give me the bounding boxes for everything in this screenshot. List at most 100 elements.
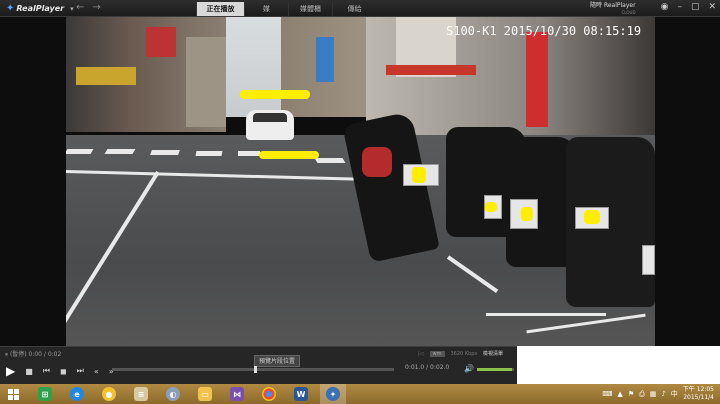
video-timestamp-overlay: S100-K1 2015/10/30 08:15:19 (446, 24, 642, 38)
video-sign (316, 37, 334, 82)
volume-slider[interactable] (477, 368, 514, 371)
previous-icon[interactable]: ⏮ (43, 366, 50, 376)
stop-small-icon[interactable]: ◼ (60, 367, 67, 376)
taskbar-realplayer[interactable]: ✦ (320, 384, 346, 404)
forward-arrow-icon[interactable]: → (92, 2, 100, 13)
bitrate-label: 3620 Kbps (450, 350, 478, 357)
network-icon[interactable]: ▦ (650, 390, 657, 398)
maximize-icon[interactable]: ▢ (691, 2, 700, 12)
next-icon[interactable]: ⏭ (77, 366, 84, 376)
format-badge: wm (429, 350, 445, 357)
media-icon: ◐ (166, 387, 180, 401)
volume-icon[interactable]: 🔊 (464, 364, 474, 373)
crosswalk-stripe (66, 149, 94, 154)
video-car (246, 110, 294, 140)
volume-slider-fill (477, 368, 513, 371)
visual-studio-icon: ⋈ (230, 387, 244, 401)
window-controls: ◉ – ▢ ✕ (661, 2, 716, 12)
license-plate (642, 245, 655, 275)
clock-date: 2015/11/4 (683, 394, 714, 401)
chrome-like-icon: ● (102, 387, 116, 401)
back-arrow-icon[interactable]: ← (76, 2, 84, 13)
volume-tray-icon[interactable]: ♪ (661, 390, 665, 398)
video-sign (76, 67, 136, 85)
status-text: (暫停) 0:00 / 0:02 (9, 351, 62, 358)
transport-buttons: ▶ ■ ⏮ ◼ ⏭ « » (6, 364, 114, 378)
privacy-blur (584, 210, 600, 224)
taskbar-store[interactable]: ⊞ (32, 384, 58, 404)
taskbar-visualstudio[interactable]: ⋈ (224, 384, 250, 404)
store-icon: ⊞ (38, 387, 52, 401)
realplayer-cloud-brand: 隨時 RealPlayer CLOUD (590, 2, 636, 16)
privacy-blur (240, 90, 310, 99)
video-building (186, 37, 226, 127)
notepad-icon: ≡ (134, 387, 148, 401)
close-icon[interactable]: ✕ (708, 2, 716, 12)
taskbar-app[interactable]: ● (96, 384, 122, 404)
crosswalk-stripe (150, 150, 180, 155)
printer-icon[interactable]: ⎙ (639, 390, 645, 399)
privacy-blur (485, 202, 497, 212)
privacy-blur (412, 167, 426, 183)
playback-status: ⏸ (暫停) 0:00 / 0:02 (5, 349, 61, 359)
chevron-down-icon[interactable]: ▾ (70, 5, 74, 13)
title-bar: ✦ RealPlayer ▾ ← → 正在播放 媒 媒體櫃 傳給 隨時 Real… (0, 0, 720, 17)
clock[interactable]: 下午 12:05 2015/11/4 (683, 386, 714, 402)
play-icon[interactable]: ▶ (6, 364, 15, 378)
tray-arrow-icon[interactable]: ▲ (617, 390, 622, 398)
video-awning (386, 65, 476, 75)
volume-indicator-icon: |◁ (418, 350, 424, 357)
chrome-icon (262, 387, 276, 401)
crosswalk-stripe (238, 151, 260, 156)
realplayer-icon: ✦ (326, 387, 340, 401)
pause-status-icon: ⏸ (5, 351, 9, 358)
privacy-blur (521, 207, 533, 221)
realplayer-logo-icon: ✦ (6, 3, 15, 14)
video-banner (526, 32, 548, 127)
realplayer-logo[interactable]: ✦ RealPlayer ▾ (6, 2, 74, 15)
time-display: 0:01.0 / 0:02.0 (405, 364, 450, 371)
eye-icon[interactable]: ◉ (661, 2, 669, 12)
crosswalk-stripe (104, 149, 136, 154)
rewind-icon[interactable]: « (94, 367, 99, 376)
flag-icon[interactable]: ⚑ (628, 390, 634, 398)
parking-line (486, 313, 606, 316)
crosswalk-stripe (314, 158, 346, 163)
stop-icon[interactable]: ■ (25, 367, 33, 376)
taskbar-word[interactable]: W (288, 384, 314, 404)
video-sign (146, 27, 176, 57)
blank-panel (517, 346, 720, 384)
taskbar-chrome[interactable] (256, 384, 282, 404)
seek-preview-tooltip: 預覽片段位置 (254, 355, 300, 367)
ime-indicator[interactable]: 中 (671, 389, 678, 399)
taskbar-explorer[interactable]: ▭ (192, 384, 218, 404)
crosswalk-stripe (195, 151, 223, 156)
tab-library[interactable]: 媒體櫃 (288, 2, 332, 16)
taskbar-app[interactable]: ≡ (128, 384, 154, 404)
realplayer-window: ✦ RealPlayer ▾ ← → 正在播放 媒 媒體櫃 傳給 隨時 Real… (0, 0, 720, 384)
nav-buttons: ← → (76, 2, 101, 13)
brand-sub: CLOUD (621, 10, 636, 15)
start-button[interactable] (0, 384, 26, 404)
seek-bar-handle[interactable] (254, 366, 257, 373)
tab-media[interactable]: 媒 (244, 2, 288, 16)
folder-icon: ▭ (198, 387, 212, 401)
seek-bar[interactable] (112, 366, 394, 373)
windows-logo-icon (7, 388, 19, 400)
taskbar-ie[interactable]: e (64, 384, 90, 404)
logo-text: RealPlayer (16, 4, 65, 13)
brand-prefix: 隨時 (590, 2, 603, 9)
keyboard-icon[interactable]: ⌨ (602, 390, 612, 398)
tab-share[interactable]: 傳給 (332, 2, 376, 16)
internet-explorer-icon: e (70, 387, 84, 401)
stream-info: |◁ wm 3620 Kbps 檢視清單 (418, 350, 503, 357)
privacy-blur (259, 151, 319, 159)
taskbar-app[interactable]: ◐ (160, 384, 186, 404)
playlist-button[interactable]: 檢視清單 (483, 350, 503, 357)
tab-now-playing[interactable]: 正在播放 (196, 2, 244, 16)
video-frame[interactable]: S100-K1 2015/10/30 08:15:19 (66, 17, 655, 346)
main-tabs: 正在播放 媒 媒體櫃 傳給 (196, 2, 376, 16)
minimize-icon[interactable]: – (677, 2, 682, 12)
clock-time: 下午 12:05 (682, 386, 714, 393)
word-icon: W (294, 387, 308, 401)
